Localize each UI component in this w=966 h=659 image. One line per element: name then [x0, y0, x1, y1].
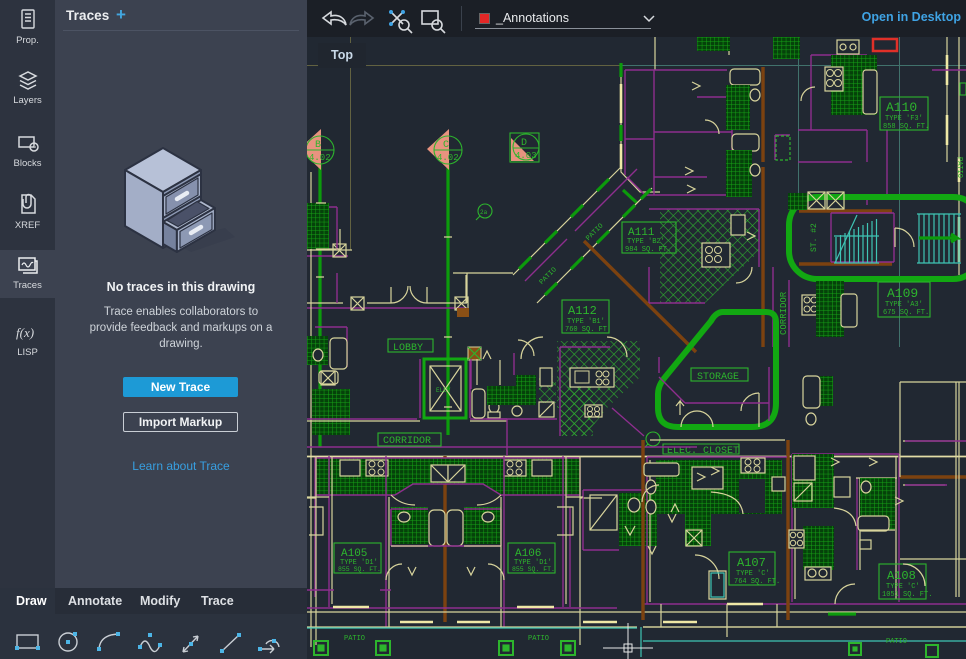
svg-text:A108: A108 — [887, 569, 916, 583]
svg-text:TYPE 'C': TYPE 'C' — [886, 583, 920, 591]
svg-text:f(x): f(x) — [16, 325, 34, 340]
svg-text:PATIO: PATIO — [886, 638, 907, 646]
svg-text:CORRIDOR: CORRIDOR — [779, 291, 789, 335]
svg-text:CORRIDOR: CORRIDOR — [383, 436, 431, 447]
svg-text:760 SQ. FT.: 760 SQ. FT. — [565, 326, 611, 334]
svg-text:855 SQ. FT.: 855 SQ. FT. — [512, 566, 555, 573]
svg-text:4.03: 4.03 — [515, 151, 537, 161]
svg-text:D: D — [521, 138, 527, 149]
svg-text:C: C — [443, 140, 449, 151]
svg-text:LOBBY: LOBBY — [393, 343, 423, 354]
svg-text:855 SQ. FT.: 855 SQ. FT. — [338, 566, 381, 573]
svg-text:675 SQ. FT.: 675 SQ. FT. — [883, 309, 929, 317]
svg-text:A110: A110 — [886, 100, 917, 115]
svg-text:984 SQ. FT.: 984 SQ. FT. — [625, 246, 671, 254]
svg-text:TYPE 'A3': TYPE 'A3' — [885, 301, 923, 309]
svg-text:ELEV: ELEV — [436, 387, 451, 394]
svg-text:764 SQ. FT.: 764 SQ. FT. — [734, 578, 780, 586]
svg-text:1051 SQ. FT.: 1051 SQ. FT. — [882, 591, 932, 599]
svg-text:STORAGE: STORAGE — [697, 372, 739, 383]
svg-text:4.02: 4.02 — [309, 153, 331, 163]
svg-text:4.02: 4.02 — [437, 153, 459, 163]
svg-text:2a: 2a — [480, 209, 488, 216]
svg-text:PATIO: PATIO — [955, 157, 963, 178]
svg-text:PATIO: PATIO — [528, 635, 549, 643]
svg-text:A107: A107 — [737, 556, 766, 570]
svg-text:A112: A112 — [568, 304, 597, 318]
svg-text:TYPE 'B1': TYPE 'B1' — [567, 318, 605, 326]
svg-text:PATIO: PATIO — [344, 635, 365, 643]
svg-text:858 SQ. FT.: 858 SQ. FT. — [883, 123, 929, 131]
svg-text:A109: A109 — [887, 286, 918, 301]
svg-text:ST. #2: ST. #2 — [810, 223, 819, 252]
svg-text:TYPE 'C': TYPE 'C' — [736, 570, 770, 578]
svg-text:B: B — [315, 140, 321, 151]
svg-text:TYPE 'F3': TYPE 'F3' — [885, 115, 923, 123]
svg-text:TYPE 'B2': TYPE 'B2' — [627, 238, 665, 246]
